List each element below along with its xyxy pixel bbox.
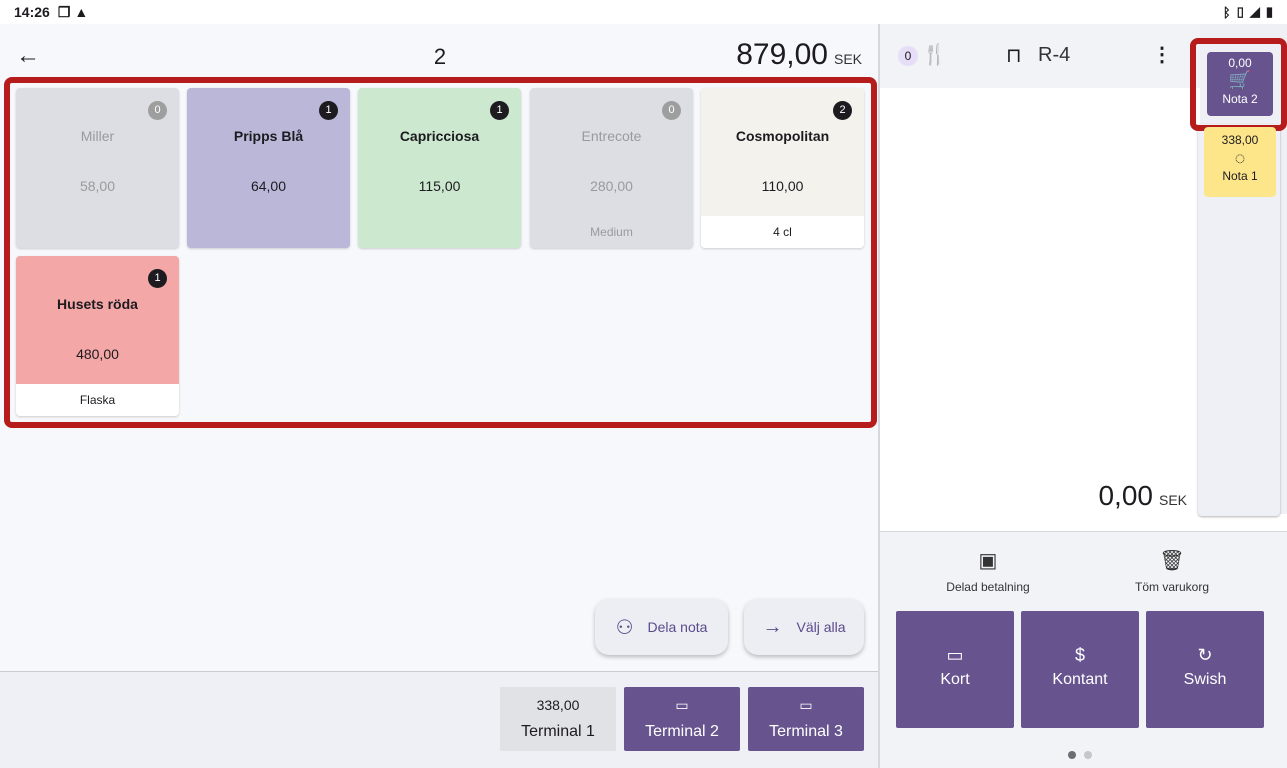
item-count-badge: 0 — [662, 101, 681, 120]
item-count-badge: 1 — [319, 101, 338, 120]
status-bar: 14:26 ❐ ▲ ᛒ ▯ ◢ ▮ — [0, 0, 1287, 24]
loading-icon: ◌ — [1234, 148, 1246, 168]
item-price: 64,00 — [250, 178, 287, 194]
item-tile-cosmopolitan[interactable]: 2 Cosmopolitan 110,00 4 cl — [701, 88, 864, 248]
item-tile-capricciosa[interactable]: 1 Capricciosa 115,00 — [358, 88, 521, 248]
table-icon: ⊓ — [1006, 45, 1022, 67]
cutlery-icon[interactable]: 🍴 — [922, 42, 947, 67]
item-name: Husets röda — [57, 296, 138, 312]
bluetooth-icon: ᛒ — [1222, 4, 1231, 20]
item-count-badge: 1 — [490, 101, 509, 120]
item-price: 280,00 — [590, 178, 633, 194]
arrow-left-icon: ← — [16, 42, 40, 69]
pay-card-label: Kort — [940, 671, 970, 688]
empty-cart-button[interactable]: 🗑 Töm varukorg — [1092, 546, 1252, 594]
item-name: Pripps Blå — [233, 128, 304, 144]
item-price: 115,00 — [418, 178, 461, 194]
screenshot-icon: ❐ — [57, 3, 71, 20]
cart-label: Nota 1 — [1222, 169, 1258, 183]
checkout-panel: 0 🍴 ⊓ R-4 ⋮ 0,00 🛒 Nota 2 338,00 ◌ Nota … — [880, 24, 1287, 768]
select-all-button[interactable]: → Välj alla — [744, 599, 864, 655]
select-all-label: Välj alla — [796, 619, 846, 635]
terminal-label: Terminal 3 — [769, 723, 843, 740]
card-icon: ▭ — [946, 645, 964, 665]
card-icon: ▭ — [799, 697, 813, 713]
order-total: 879,00 SEK — [736, 38, 862, 72]
status-time: 14:26 — [14, 4, 50, 20]
cart-label: Nota 2 — [1222, 92, 1258, 106]
item-tile-entrecote[interactable]: 0 Entrecote 280,00 Medium — [530, 88, 693, 248]
item-count-badge: 0 — [148, 101, 167, 120]
terminal-bar: 338,00 Terminal 1 ▭ Terminal 2 ▭ Termina… — [0, 671, 880, 768]
split-payment-label: Delad betalning — [946, 580, 1030, 594]
cart-amount: 0,00 — [1228, 56, 1252, 70]
pay-swish-label: Swish — [1183, 671, 1227, 688]
empty-cart-label: Töm varukorg — [1134, 580, 1210, 594]
page-dot[interactable] — [1084, 751, 1092, 759]
terminal-label: Terminal 1 — [521, 723, 595, 740]
page-indicator — [1068, 751, 1092, 759]
item-name: Miller — [80, 128, 115, 144]
terminal-3-button[interactable]: ▭ Terminal 3 — [748, 687, 864, 751]
item-tile-husets-roda[interactable]: 1 Husets röda 480,00 Flaska — [16, 256, 179, 416]
split-bill-label: Dela nota — [647, 619, 708, 635]
pay-card-button[interactable]: ▭ Kort — [896, 611, 1014, 728]
item-price: 480,00 — [76, 346, 119, 362]
item-price: 110,00 — [761, 178, 804, 194]
item-tile-pripps-bla[interactable]: 1 Pripps Blå 64,00 — [187, 88, 350, 248]
item-price: 58,00 — [79, 178, 116, 194]
item-count-badge: 2 — [833, 101, 852, 120]
swish-icon: ↻ — [1197, 645, 1213, 665]
payment-actions: ▣ Delad betalning 🗑 Töm varukorg ▭ Kort … — [880, 531, 1287, 768]
pay-swish-button[interactable]: ↻ Swish — [1146, 611, 1264, 728]
cart-nota-2[interactable]: 0,00 🛒 Nota 2 — [1207, 52, 1273, 116]
cart-total-value: 0,00 — [1098, 480, 1153, 511]
cart-total-currency: SEK — [1158, 492, 1187, 508]
item-name: Entrecote — [581, 128, 642, 144]
terminal-amount: 338,00 — [536, 697, 580, 713]
item-variant: Flaska — [16, 384, 179, 416]
item-variant: 4 cl — [701, 216, 864, 248]
item-name: Cosmopolitan — [735, 128, 830, 144]
item-count-badge: 1 — [148, 269, 167, 288]
dollar-icon: $ — [1074, 645, 1085, 665]
battery-icon: ▮ — [1265, 4, 1273, 19]
item-variant: Medium — [590, 225, 633, 239]
order-total-value: 879,00 — [736, 38, 828, 71]
cart-icon: 🛒 — [1228, 70, 1252, 90]
terminal-1-button[interactable]: 338,00 Terminal 1 — [500, 687, 616, 751]
pay-cash-button[interactable]: $ Kontant — [1021, 611, 1139, 728]
terminal-2-button[interactable]: ▭ Terminal 2 — [624, 687, 740, 751]
more-vert-icon[interactable]: ⋮ — [1152, 42, 1172, 67]
table-name[interactable]: R-4 — [1038, 44, 1070, 67]
split-bill-button[interactable]: ⚇ Dela nota — [595, 599, 728, 655]
arrow-right-icon: → — [762, 615, 783, 638]
item-name: Capricciosa — [399, 128, 480, 144]
signal-icon: ◢ — [1249, 4, 1260, 19]
trash-icon: 🗑 — [1159, 550, 1185, 572]
cart-nota-1[interactable]: 338,00 ◌ Nota 1 — [1204, 127, 1276, 197]
split-people-icon: ⚇ — [615, 616, 634, 639]
pay-cash-label: Kontant — [1052, 671, 1108, 688]
page-dot-active[interactable] — [1068, 751, 1076, 759]
warning-icon: ▲ — [74, 4, 89, 20]
vibrate-icon: ▯ — [1236, 4, 1244, 19]
guest-count-badge[interactable]: 0 — [898, 46, 918, 66]
checkout-header: 0 🍴 ⊓ R-4 ⋮ — [880, 24, 1200, 88]
order-total-currency: SEK — [833, 51, 862, 67]
cash-stack-icon: ▣ — [978, 550, 998, 572]
back-button[interactable]: ← — [14, 42, 42, 70]
item-tile-miller[interactable]: 0 Miller 58,00 — [16, 88, 179, 248]
cart-total: 0,00 SEK — [1098, 480, 1187, 512]
terminal-label: Terminal 2 — [645, 723, 719, 740]
order-number: 2 — [433, 44, 447, 69]
split-payment-button[interactable]: ▣ Delad betalning — [908, 546, 1068, 594]
cart-amount: 338,00 — [1221, 133, 1259, 147]
order-panel: ← 2 879,00 SEK 0 Miller 58,00 1 Pripps Bl… — [0, 24, 880, 768]
card-icon: ▭ — [675, 697, 689, 713]
